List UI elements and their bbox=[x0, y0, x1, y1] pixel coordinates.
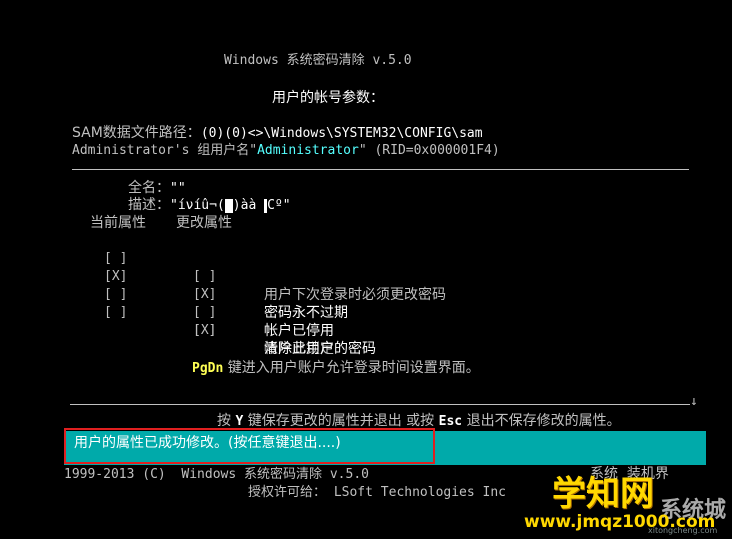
change-attr-header: 更改属性 bbox=[176, 215, 232, 231]
pgdn-text: 键进入用户账户允许登录时间设置界面。 bbox=[223, 360, 480, 376]
hint-end: 退出不保存修改的属性。 bbox=[462, 413, 621, 429]
attr-row-never-expires: [X] [X] 密码永不过期 bbox=[0, 250, 732, 321]
app-title: Windows 系统密码清除 v.5.0 bbox=[224, 53, 412, 68]
scroll-down-arrow: ↓ bbox=[690, 394, 698, 409]
sam-path-line: SAM数据文件路径：(0)(0)<>\Windows\SYSTEM32\CONF… bbox=[72, 125, 483, 142]
description-label: 描述： bbox=[128, 197, 170, 213]
description-value-b: )àà bbox=[232, 198, 265, 213]
attr-label: 清除此用户的密码 bbox=[264, 341, 376, 357]
section-subtitle: 用户的帐号参数： bbox=[272, 90, 384, 106]
fullname-value: "" bbox=[170, 181, 186, 196]
attr-row-must-change: [ ] [ ] 用户下次登录时必须更改密码 bbox=[0, 232, 732, 303]
license-line: 授权许可给： LSoft Technologies Inc bbox=[248, 485, 507, 500]
copyright-line: 1999-2013 (C) Windows 系统密码清除 v.5.0 bbox=[64, 467, 369, 482]
attr-row-clear-password: [X] 清除此用户的密码 bbox=[0, 304, 732, 357]
watermark-url: www.jmqz1000.com bbox=[524, 512, 716, 532]
group-name: Administrator bbox=[257, 143, 359, 158]
group-label-suffix: " (RID=0x000001F4) bbox=[358, 143, 500, 158]
watermark-logo: 学知网 bbox=[552, 474, 654, 514]
esc-key[interactable]: Esc bbox=[439, 414, 462, 429]
divider-bottom bbox=[70, 404, 690, 405]
description-line: 描述："íνíû¬( )àà Cº" bbox=[128, 197, 291, 214]
fullname-label: 全名： bbox=[128, 180, 170, 196]
pgdn-key[interactable]: PgDn bbox=[192, 361, 223, 376]
description-value-a: "íνíû¬( bbox=[170, 198, 225, 213]
current-attr-header: 当前属性 bbox=[90, 215, 146, 231]
sam-path-label: SAM数据文件路径： bbox=[72, 125, 201, 141]
attr-row-disabled: [ ] [ ] 帐户已停用 bbox=[0, 268, 732, 339]
hint-press: 按 bbox=[217, 413, 236, 429]
group-label-prefix: Administrator's 组用户名" bbox=[72, 143, 258, 158]
fullname-line: 全名："" bbox=[128, 180, 186, 197]
attr-label: 帐户已停用 bbox=[264, 323, 334, 339]
pgdn-hint: PgDn 键进入用户账户允许登录时间设置界面。 bbox=[192, 360, 480, 377]
change-checkbox[interactable]: [X] bbox=[193, 322, 216, 340]
hint-mid: 键保存更改的属性并退出 或按 bbox=[243, 413, 439, 429]
block-glyph bbox=[224, 198, 233, 213]
group-line: Administrator's 组用户名"Administrator" (RID… bbox=[72, 143, 500, 159]
divider-top bbox=[72, 169, 689, 170]
description-value-c: Cº" bbox=[267, 198, 291, 213]
sam-path-value: (0)(0)<>\Windows\SYSTEM32\CONFIG\sam bbox=[200, 126, 483, 141]
highlight-annotation bbox=[64, 428, 435, 464]
attr-row-locked: [ ] [ ] 帐户已锁定 bbox=[0, 286, 732, 357]
